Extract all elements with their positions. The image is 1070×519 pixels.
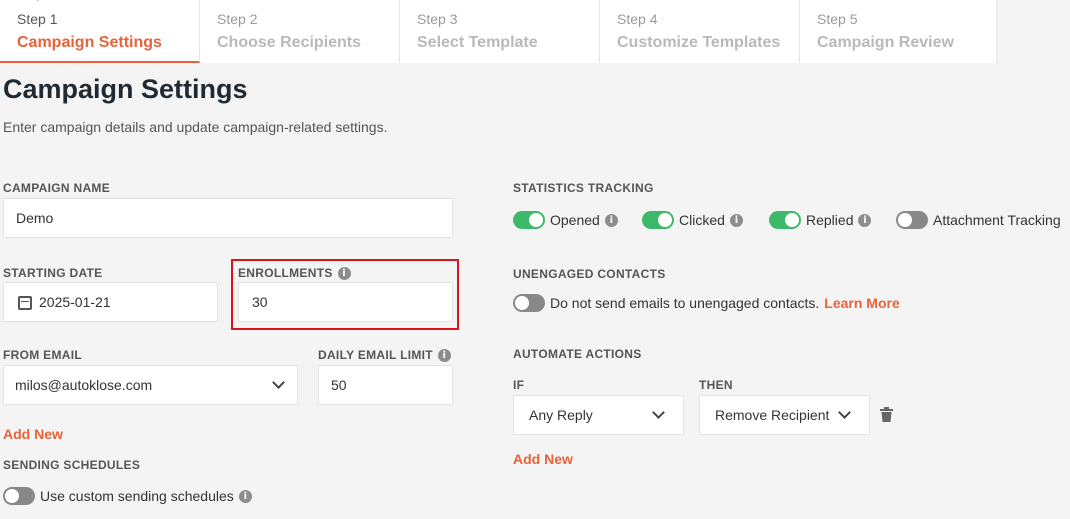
clicked-toggle[interactable] — [642, 211, 674, 229]
sending-schedules-label: SENDING SCHEDULES — [3, 458, 141, 472]
step-number: Step 4 — [617, 11, 658, 27]
from-email-value: milos@autoklose.com — [15, 377, 153, 393]
step-title: Select Template — [417, 34, 538, 51]
step-title: Customize Templates — [617, 34, 781, 51]
then-select[interactable]: Remove Recipient — [699, 395, 870, 435]
info-icon: i — [437, 349, 451, 363]
clicked-label: Clicked — [679, 212, 725, 228]
info-icon: i — [858, 213, 872, 227]
unengaged-toggle[interactable] — [513, 294, 545, 312]
step-title: Campaign Review — [817, 34, 954, 51]
campaign-name-label: CAMPAIGN NAME — [3, 181, 111, 195]
if-label: IF — [513, 378, 525, 392]
automate-actions-label: AUTOMATE ACTIONS — [513, 347, 642, 361]
unengaged-row: Do not send emails to unengaged contacts… — [513, 294, 900, 312]
enrollments-highlight-box — [231, 259, 459, 330]
step-number: Step 5 — [817, 11, 858, 27]
campaign-name-input[interactable]: Demo — [3, 198, 453, 238]
info-icon: i — [604, 213, 618, 227]
calendar-icon — [18, 296, 32, 310]
clicked-tracking: Clicked i — [642, 211, 743, 229]
if-select[interactable]: Any Reply — [513, 395, 684, 435]
steps-bar: ⌃⌃⌃ ⁄ Step 1 Campaign Settings Step 2 Ch… — [0, 0, 1070, 63]
replied-toggle[interactable] — [769, 211, 801, 229]
opened-toggle[interactable] — [513, 211, 545, 229]
starting-date-input[interactable]: 2025-01-21 — [3, 282, 218, 322]
step-cut-text: ⌃⌃⌃ ⁄ — [6, 0, 42, 3]
replied-tracking: Replied i — [769, 211, 872, 229]
starting-date-label: STARTING DATE — [3, 266, 103, 280]
step-campaign-review[interactable]: Step 5 Campaign Review — [800, 0, 997, 63]
opened-tracking: Opened i — [513, 211, 618, 229]
learn-more-link[interactable]: Learn More — [824, 295, 899, 311]
step-select-template[interactable]: Step 3 Select Template — [400, 0, 600, 63]
attachment-tracking: Attachment Tracking — [896, 211, 1061, 229]
campaign-name-value: Demo — [16, 210, 54, 226]
unengaged-toggle-label: Do not send emails to unengaged contacts… — [550, 295, 820, 311]
step-customize-templates[interactable]: Step 4 Customize Templates — [600, 0, 800, 63]
then-value: Remove Recipient — [715, 407, 830, 423]
chevron-down-icon — [272, 376, 285, 389]
starting-date-value: 2025-01-21 — [39, 294, 111, 310]
step-title: Campaign Settings — [17, 34, 162, 51]
daily-limit-label: DAILY EMAIL LIMIT i — [318, 348, 451, 363]
attachment-label: Attachment Tracking — [933, 212, 1061, 228]
info-icon: i — [729, 213, 743, 227]
chevron-down-icon — [838, 406, 851, 419]
if-value: Any Reply — [529, 407, 593, 423]
page-title: Campaign Settings — [3, 74, 248, 104]
custom-schedules-label: Use custom sending schedules — [40, 488, 234, 504]
daily-limit-label-text: DAILY EMAIL LIMIT — [318, 348, 433, 362]
unengaged-contacts-label: UNENGAGED CONTACTS — [513, 267, 666, 281]
trash-icon[interactable] — [880, 407, 893, 422]
then-label: THEN — [699, 378, 733, 392]
step-title: Choose Recipients — [217, 34, 362, 51]
page-subtitle: Enter campaign details and update campai… — [3, 119, 388, 135]
replied-label: Replied — [806, 212, 854, 228]
chevron-down-icon — [652, 406, 665, 419]
step-number: Step 1 — [17, 11, 58, 27]
custom-schedules-toggle[interactable] — [3, 487, 35, 505]
opened-label: Opened — [550, 212, 600, 228]
custom-schedules-row: Use custom sending schedules i — [3, 487, 252, 505]
from-email-label: FROM EMAIL — [3, 348, 82, 362]
daily-limit-input[interactable]: 50 — [318, 365, 453, 405]
step-campaign-settings[interactable]: ⌃⌃⌃ ⁄ Step 1 Campaign Settings — [0, 0, 200, 63]
from-email-select[interactable]: milos@autoklose.com — [3, 365, 298, 405]
step-number: Step 2 — [217, 11, 258, 27]
attachment-toggle[interactable] — [896, 211, 928, 229]
info-icon: i — [238, 489, 252, 503]
add-new-email-link[interactable]: Add New — [3, 426, 63, 442]
statistics-tracking-label: STATISTICS TRACKING — [513, 181, 654, 195]
add-new-action-link[interactable]: Add New — [513, 451, 573, 467]
daily-limit-value: 50 — [331, 377, 347, 393]
step-number: Step 3 — [417, 11, 458, 27]
step-choose-recipients[interactable]: Step 2 Choose Recipients — [200, 0, 400, 63]
